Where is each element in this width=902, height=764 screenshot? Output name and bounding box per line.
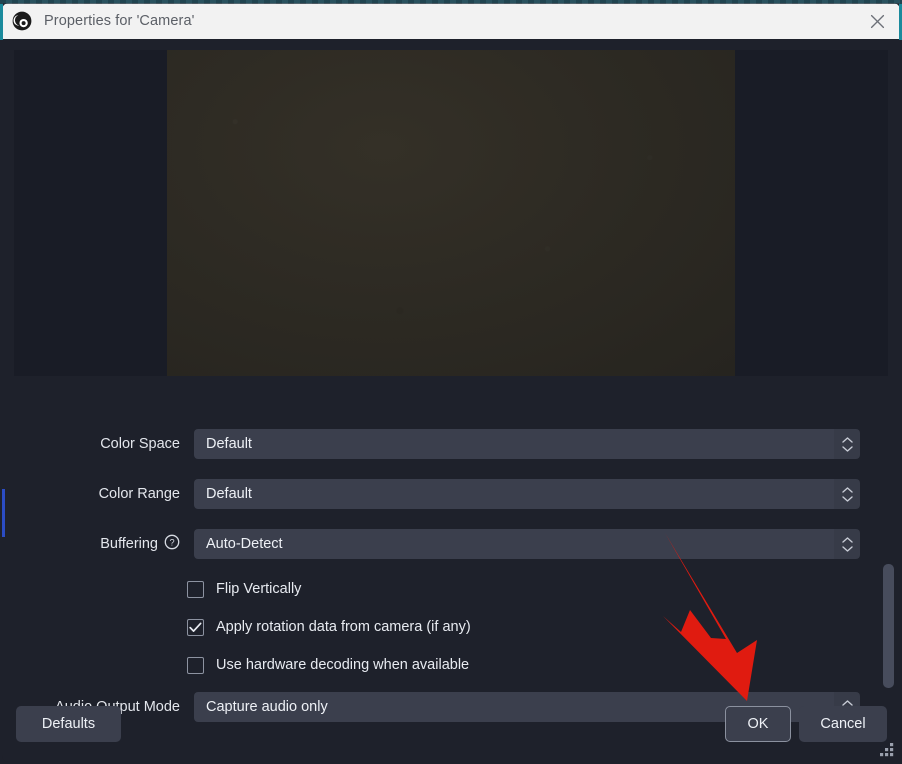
camera-preview xyxy=(14,50,888,376)
background-window-edge xyxy=(0,0,902,4)
label-buffering: Buffering ? xyxy=(2,534,180,554)
checkbox-apply-rotation-label: Apply rotation data from camera (if any) xyxy=(216,619,471,635)
checkbox-hardware-decoding-label: Use hardware decoding when available xyxy=(216,657,470,673)
resize-grip-icon[interactable] xyxy=(879,741,895,757)
close-icon[interactable] xyxy=(854,3,900,39)
checkbox-apply-rotation[interactable]: Apply rotation data from camera (if any) xyxy=(187,615,471,639)
combobox-color-space[interactable]: Default xyxy=(194,429,860,459)
combobox-color-range-value: Default xyxy=(194,479,834,509)
left-edge-accent xyxy=(2,489,5,537)
checkmark-icon xyxy=(189,622,202,632)
chevron-down-icon xyxy=(841,445,853,452)
ok-button[interactable]: OK xyxy=(725,706,791,742)
combobox-color-space-value: Default xyxy=(194,429,834,459)
checkbox-flip-vertically-label: Flip Vertically xyxy=(216,581,302,597)
properties-form: Color Space Default Color Range Default xyxy=(2,384,900,722)
row-color-range: Color Range Default xyxy=(2,479,860,509)
help-icon[interactable]: ? xyxy=(164,534,180,554)
combobox-buffering-value: Auto-Detect xyxy=(194,529,834,559)
combobox-buffering[interactable]: Auto-Detect xyxy=(194,529,860,559)
label-color-range-text: Color Range xyxy=(98,486,180,502)
chevron-up-icon xyxy=(841,699,853,706)
label-color-space-text: Color Space xyxy=(100,436,180,452)
dialog-body: Color Space Default Color Range Default xyxy=(2,39,900,762)
cancel-button[interactable]: Cancel xyxy=(799,706,887,742)
combobox-color-space-spinner[interactable] xyxy=(834,429,860,459)
checkbox-hardware-decoding-box[interactable] xyxy=(187,656,204,674)
combobox-buffering-spinner[interactable] xyxy=(834,529,860,559)
defaults-button[interactable]: Defaults xyxy=(16,706,121,742)
properties-scrollbar-thumb[interactable] xyxy=(883,564,894,688)
window-border-left xyxy=(0,0,3,40)
checkbox-apply-rotation-box[interactable] xyxy=(187,618,204,636)
titlebar[interactable]: Properties for 'Camera' xyxy=(2,3,900,39)
svg-text:?: ? xyxy=(169,538,174,548)
label-color-range: Color Range xyxy=(2,486,180,502)
checkbox-hardware-decoding[interactable]: Use hardware decoding when available xyxy=(187,653,469,677)
combobox-color-range[interactable]: Default xyxy=(194,479,860,509)
camera-feed-image xyxy=(167,50,735,376)
chevron-down-icon xyxy=(841,495,853,502)
window-title: Properties for 'Camera' xyxy=(44,13,195,29)
chevron-up-icon xyxy=(841,486,853,493)
combobox-color-range-spinner[interactable] xyxy=(834,479,860,509)
chevron-up-icon xyxy=(841,436,853,443)
row-color-space: Color Space Default xyxy=(2,429,860,459)
label-buffering-text: Buffering xyxy=(100,536,158,552)
properties-dialog-window: Properties for 'Camera' Color Space Defa… xyxy=(0,0,902,764)
label-color-space: Color Space xyxy=(2,436,180,452)
row-buffering: Buffering ? Auto-Detect xyxy=(2,529,860,559)
checkbox-flip-vertically[interactable]: Flip Vertically xyxy=(187,577,301,601)
checkbox-flip-vertically-box[interactable] xyxy=(187,580,204,598)
chevron-up-icon xyxy=(841,536,853,543)
obs-logo-icon xyxy=(12,11,32,31)
chevron-down-icon xyxy=(841,545,853,552)
